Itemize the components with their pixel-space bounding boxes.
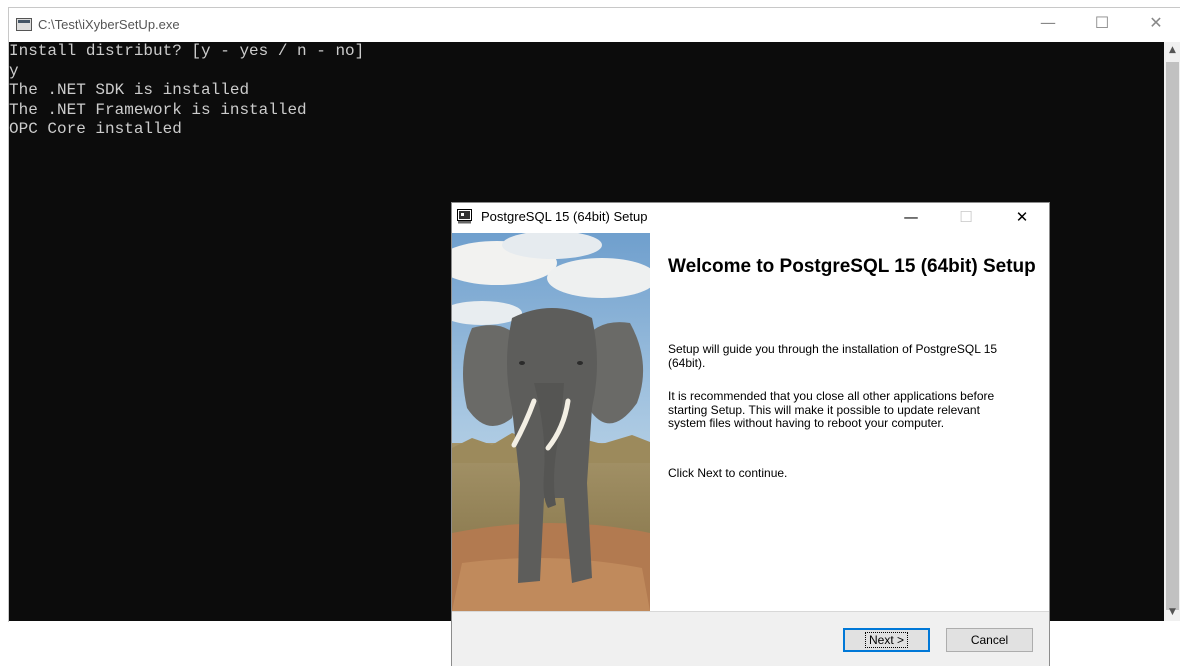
dialog-maximize-button: ☐	[959, 208, 973, 226]
intro-text: Setup will guide you through the install…	[668, 342, 998, 370]
dialog-close-button[interactable]: ✕	[999, 203, 1045, 232]
close-button[interactable]: ✕	[1133, 8, 1179, 40]
console-line: OPC Core installed	[9, 120, 182, 138]
continue-text: Click Next to continue.	[668, 466, 788, 480]
recommendation-text: It is recommended that you close all oth…	[668, 389, 995, 430]
console-line: The .NET Framework is installed	[9, 100, 307, 119]
dialog-title-bar[interactable]: PostgreSQL 15 (64bit) Setup — ☐ ✕	[452, 203, 1049, 232]
scroll-down-icon[interactable]: ▼	[1164, 604, 1180, 621]
console-title-bar[interactable]: C:\Test\iXyberSetUp.exe — ☐ ✕	[9, 8, 1180, 42]
dialog-title: PostgreSQL 15 (64bit) Setup	[481, 209, 648, 224]
console-title: C:\Test\iXyberSetUp.exe	[38, 17, 180, 32]
vertical-scrollbar[interactable]: ▲ ▼	[1164, 42, 1180, 621]
elephant-image	[452, 233, 650, 611]
welcome-panel: Welcome to PostgreSQL 15 (64bit) Setup S…	[650, 233, 1049, 611]
console-app-icon	[16, 18, 32, 31]
maximize-button[interactable]: ☐	[1079, 8, 1125, 40]
installer-icon	[457, 209, 472, 224]
button-bar: Next > Cancel	[452, 611, 1049, 666]
dialog-minimize-button[interactable]: —	[888, 203, 934, 232]
setup-dialog: PostgreSQL 15 (64bit) Setup — ☐ ✕ Welcom…	[451, 202, 1050, 666]
cancel-button[interactable]: Cancel	[946, 628, 1033, 652]
next-button[interactable]: Next >	[843, 628, 930, 652]
minimize-button[interactable]: —	[1025, 8, 1071, 40]
console-line: The .NET SDK is installed	[9, 81, 250, 99]
welcome-heading: Welcome to PostgreSQL 15 (64bit) Setup	[668, 256, 1036, 277]
console-line: y	[9, 61, 19, 80]
scroll-up-icon[interactable]: ▲	[1164, 42, 1180, 59]
console-line: Install distribut? [y - yes / n - no]	[9, 42, 365, 60]
scroll-thumb[interactable]	[1166, 62, 1179, 610]
